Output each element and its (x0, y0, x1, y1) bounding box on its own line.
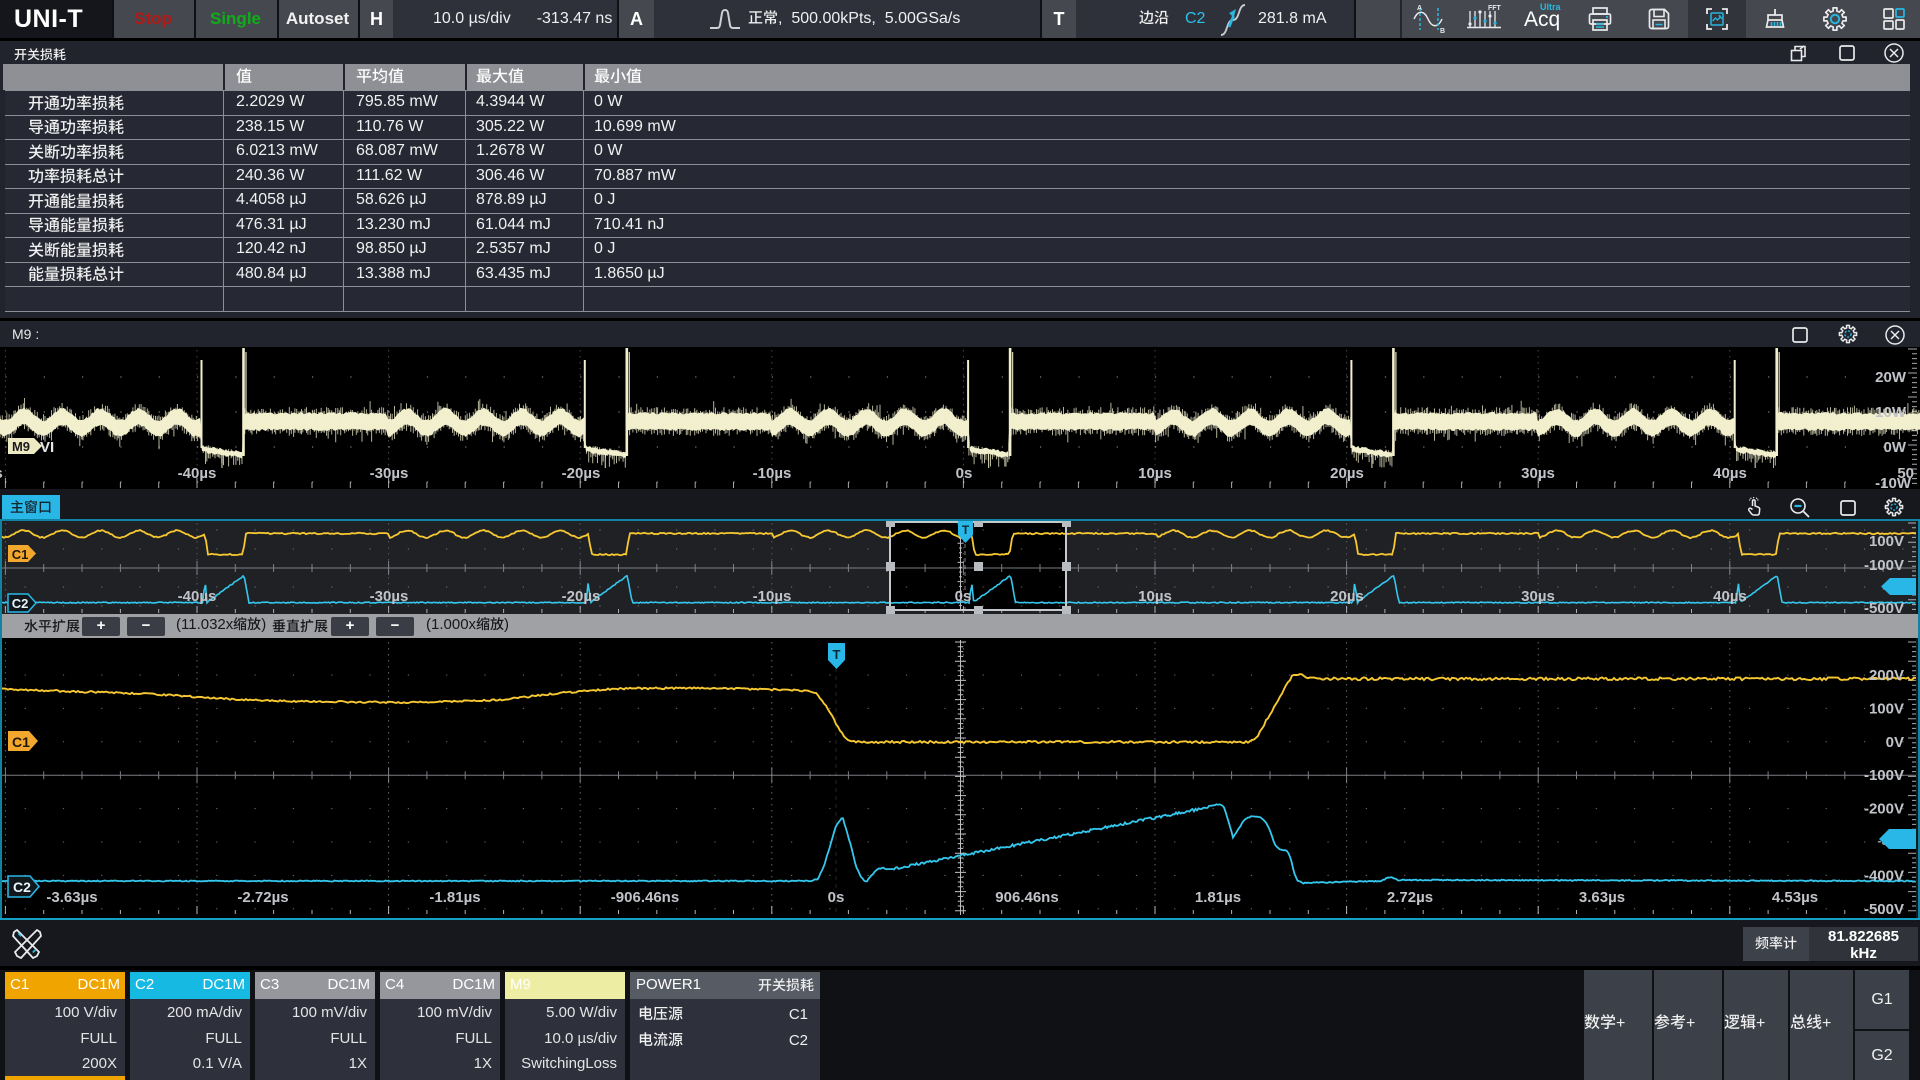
svg-text:-200V: -200V (1864, 801, 1904, 818)
svg-text:-10µs: -10µs (753, 588, 792, 605)
svg-text:-1.81µs: -1.81µs (429, 889, 480, 906)
svg-text:-40µs: -40µs (178, 588, 217, 605)
svg-text:-906.46ns: -906.46ns (611, 889, 679, 906)
svg-text:0s: 0s (828, 889, 845, 906)
svg-text:40µs: 40µs (1713, 465, 1747, 482)
svg-text:0W: 0W (1884, 439, 1907, 456)
svg-text:906.46ns: 906.46ns (995, 889, 1058, 906)
svg-text:100V: 100V (1869, 700, 1904, 717)
svg-text:-100V: -100V (1864, 767, 1904, 784)
svg-text:10µs: 10µs (1138, 465, 1172, 482)
svg-text:30µs: 30µs (1521, 465, 1555, 482)
svg-text:B: B (1440, 28, 1445, 34)
svg-text:0s: 0s (956, 465, 973, 482)
svg-text:200V: 200V (1869, 667, 1904, 684)
svg-text:-100V: -100V (1864, 557, 1904, 574)
svg-text:T: T (833, 647, 841, 662)
svg-text:100V: 100V (1869, 533, 1904, 550)
svg-text:-10µs: -10µs (753, 465, 792, 482)
svg-text:-2.72µs: -2.72µs (237, 889, 288, 906)
svg-text:-40µs: -40µs (178, 465, 217, 482)
svg-text:-500V: -500V (1864, 600, 1904, 614)
svg-text:0µs: 0µs (0, 465, 3, 482)
svg-text:0s: 0s (955, 588, 972, 605)
svg-text:T: T (962, 523, 970, 537)
svg-text:-500V: -500V (1864, 901, 1904, 918)
svg-text:-10W: -10W (1875, 475, 1912, 489)
svg-text:C1: C1 (12, 547, 29, 562)
svg-text:3.63µs: 3.63µs (1579, 889, 1625, 906)
svg-text:20µs: 20µs (1330, 465, 1364, 482)
svg-text:VI: VI (40, 439, 54, 456)
svg-text:20µs: 20µs (1330, 588, 1364, 605)
svg-text:10µs: 10µs (1138, 588, 1172, 605)
svg-text:40µs: 40µs (1713, 588, 1747, 605)
svg-text:20W: 20W (1875, 369, 1907, 386)
svg-text:10W: 10W (1875, 404, 1907, 421)
svg-text:-400V: -400V (1864, 867, 1904, 884)
svg-text:A: A (1417, 5, 1422, 12)
svg-text:C2: C2 (13, 879, 31, 895)
svg-text:M9: M9 (12, 439, 30, 454)
svg-text:-20µs: -20µs (562, 588, 601, 605)
svg-text:0V: 0V (1886, 734, 1904, 751)
svg-text:-30µs: -30µs (370, 465, 409, 482)
svg-text:1.81µs: 1.81µs (1195, 889, 1241, 906)
svg-text:FFT: FFT (1488, 5, 1502, 12)
svg-text:-3.63µs: -3.63µs (46, 889, 97, 906)
svg-text:4.53µs: 4.53µs (1772, 889, 1818, 906)
svg-text:2.72µs: 2.72µs (1387, 889, 1433, 906)
svg-text:30µs: 30µs (1521, 588, 1555, 605)
svg-text:C1: C1 (12, 734, 30, 750)
svg-text:-20µs: -20µs (562, 465, 601, 482)
svg-text:-30µs: -30µs (370, 588, 409, 605)
svg-text:C2: C2 (12, 596, 29, 611)
